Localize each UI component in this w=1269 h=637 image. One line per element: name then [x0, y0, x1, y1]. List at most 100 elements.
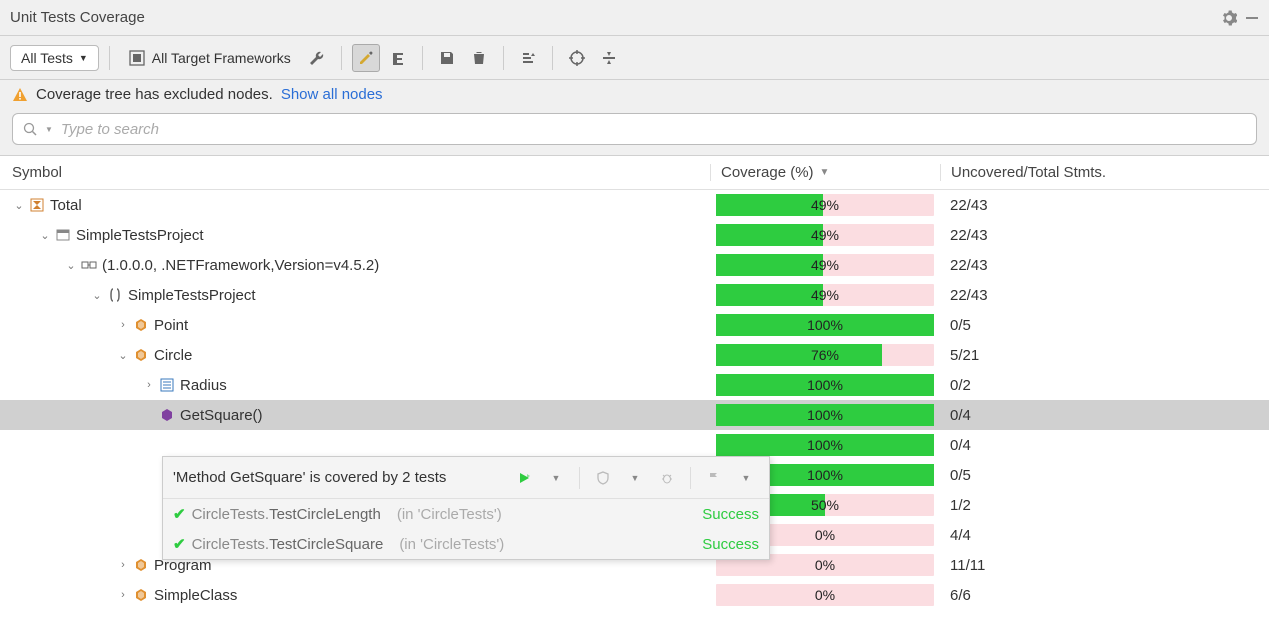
cell-uncovered: 6/6: [940, 587, 1269, 604]
separator: [503, 46, 504, 70]
cell-uncovered: 22/43: [940, 197, 1269, 214]
cell-uncovered: 0/4: [940, 407, 1269, 424]
test-row[interactable]: ✔ CircleTests.TestCircleSquare (in 'Circ…: [163, 529, 769, 559]
framework-icon: [80, 257, 98, 273]
cell-symbol: › Radius: [0, 377, 710, 394]
cell-coverage: 76%: [710, 344, 940, 366]
cell-coverage: 49%: [710, 254, 940, 276]
collapse-icon[interactable]: ⌄: [114, 349, 132, 362]
row-label: SimpleClass: [154, 587, 237, 604]
test-location: (in 'CircleTests'): [399, 536, 504, 553]
all-tests-label: All Tests: [21, 50, 73, 66]
header-symbol[interactable]: Symbol: [0, 164, 710, 181]
wrench-icon[interactable]: [303, 44, 331, 72]
cell-symbol: ⌄ SimpleTestsProject: [0, 287, 710, 304]
delete-icon[interactable]: [465, 44, 493, 72]
test-status: Success: [702, 536, 759, 553]
threshold-icon[interactable]: [595, 44, 623, 72]
expand-icon[interactable]: ›: [114, 589, 132, 601]
highlight-icon[interactable]: [352, 44, 380, 72]
popup-title: 'Method GetSquare' is covered by 2 tests: [173, 469, 505, 486]
tree-row[interactable]: GetSquare()100%0/4: [0, 400, 1269, 430]
cell-symbol: › SimpleClass: [0, 587, 710, 604]
class-icon: [132, 557, 150, 573]
tree-row[interactable]: ⌄Total49%22/43: [0, 190, 1269, 220]
cell-uncovered: 4/4: [940, 527, 1269, 544]
header-coverage[interactable]: Coverage (%) ▼: [710, 164, 940, 181]
cell-coverage: 100%: [710, 314, 940, 336]
dropdown-arrow-icon[interactable]: ▼: [45, 125, 53, 134]
test-name: CircleTests.TestCircleSquare: [192, 536, 384, 553]
all-tests-dropdown[interactable]: All Tests ▼: [10, 45, 99, 71]
search-input[interactable]: [61, 121, 1246, 138]
cell-symbol: ⌄ (1.0.0.0, .NETFramework,Version=v4.5.2): [0, 257, 710, 274]
collapse-icon[interactable]: ⌄: [62, 259, 80, 272]
chevron-down-icon[interactable]: ▼: [543, 465, 569, 491]
collapse-icon[interactable]: ⌄: [88, 289, 106, 302]
navigate-icon[interactable]: [384, 44, 412, 72]
cell-coverage: 0%: [710, 584, 940, 606]
header-uncovered[interactable]: Uncovered/Total Stmts.: [940, 164, 1269, 181]
settings-icon[interactable]: [1221, 10, 1237, 26]
tree-row[interactable]: ⌄SimpleTestsProject49%22/43: [0, 220, 1269, 250]
popup-header: 'Method GetSquare' is covered by 2 tests…: [163, 457, 769, 499]
tree-row[interactable]: ›Radius100%0/2: [0, 370, 1269, 400]
class-icon: [132, 347, 150, 363]
sort-desc-icon: ▼: [820, 167, 830, 178]
titlebar: Unit Tests Coverage: [0, 0, 1269, 36]
bug-icon[interactable]: [654, 465, 680, 491]
row-label: (1.0.0.0, .NETFramework,Version=v4.5.2): [102, 257, 379, 274]
row-label: SimpleTestsProject: [128, 287, 256, 304]
search-icon: [23, 122, 37, 136]
expand-icon[interactable]: ›: [114, 559, 132, 571]
separator: [341, 46, 342, 70]
cell-uncovered: 22/43: [940, 287, 1269, 304]
success-check-icon: ✔: [173, 505, 186, 523]
method-icon: [158, 407, 176, 423]
tree-row[interactable]: ⌄ (1.0.0.0, .NETFramework,Version=v4.5.2)…: [0, 250, 1269, 280]
window-title: Unit Tests Coverage: [10, 9, 1213, 26]
expand-icon[interactable]: ›: [140, 379, 158, 391]
chevron-down-icon[interactable]: ▼: [622, 465, 648, 491]
tree-row[interactable]: › SimpleClass 0%6/6: [0, 580, 1269, 610]
search-row: ▼: [0, 107, 1269, 156]
shield-icon[interactable]: [590, 465, 616, 491]
cell-coverage: 100%: [710, 404, 940, 426]
cell-symbol: ⌄ Circle: [0, 347, 710, 364]
row-label: Circle: [154, 347, 192, 364]
flag-icon[interactable]: [701, 465, 727, 491]
framework-icon: [128, 49, 146, 67]
notice-text: Coverage tree has excluded nodes.: [36, 86, 273, 103]
tree-row[interactable]: ›Point100%0/5: [0, 310, 1269, 340]
separator: [109, 46, 110, 70]
target-icon[interactable]: [563, 44, 591, 72]
sort-icon[interactable]: [514, 44, 542, 72]
chevron-down-icon[interactable]: ▼: [733, 465, 759, 491]
tree-row[interactable]: ⌄ SimpleTestsProject 49%22/43: [0, 280, 1269, 310]
row-label: Radius: [180, 377, 227, 394]
cell-coverage: 49%: [710, 284, 940, 306]
project-icon: [54, 227, 72, 243]
cell-symbol: ⌄Total: [0, 197, 710, 214]
coverage-percent: 49%: [716, 254, 934, 276]
show-all-nodes-link[interactable]: Show all nodes: [281, 86, 383, 103]
cell-uncovered: 1/2: [940, 497, 1269, 514]
save-icon[interactable]: [433, 44, 461, 72]
coverage-popup: 'Method GetSquare' is covered by 2 tests…: [162, 456, 770, 560]
target-frameworks-button[interactable]: All Target Frameworks: [120, 49, 299, 67]
test-name: CircleTests.TestCircleLength: [192, 506, 381, 523]
success-check-icon: ✔: [173, 535, 186, 553]
collapse-icon[interactable]: ⌄: [10, 199, 28, 212]
minimize-icon[interactable]: [1245, 11, 1259, 25]
search-box[interactable]: ▼: [12, 113, 1257, 145]
collapse-icon[interactable]: ⌄: [36, 229, 54, 242]
test-row[interactable]: ✔ CircleTests.TestCircleLength (in 'Circ…: [163, 499, 769, 529]
coverage-percent: 76%: [716, 344, 934, 366]
expand-icon[interactable]: ›: [114, 319, 132, 331]
cell-uncovered: 0/5: [940, 467, 1269, 484]
column-headers: Symbol Coverage (%) ▼ Uncovered/Total St…: [0, 156, 1269, 190]
run-icon[interactable]: [511, 465, 537, 491]
cell-uncovered: 0/5: [940, 317, 1269, 334]
tree-row[interactable]: ⌄Circle76%5/21: [0, 340, 1269, 370]
test-status: Success: [702, 506, 759, 523]
